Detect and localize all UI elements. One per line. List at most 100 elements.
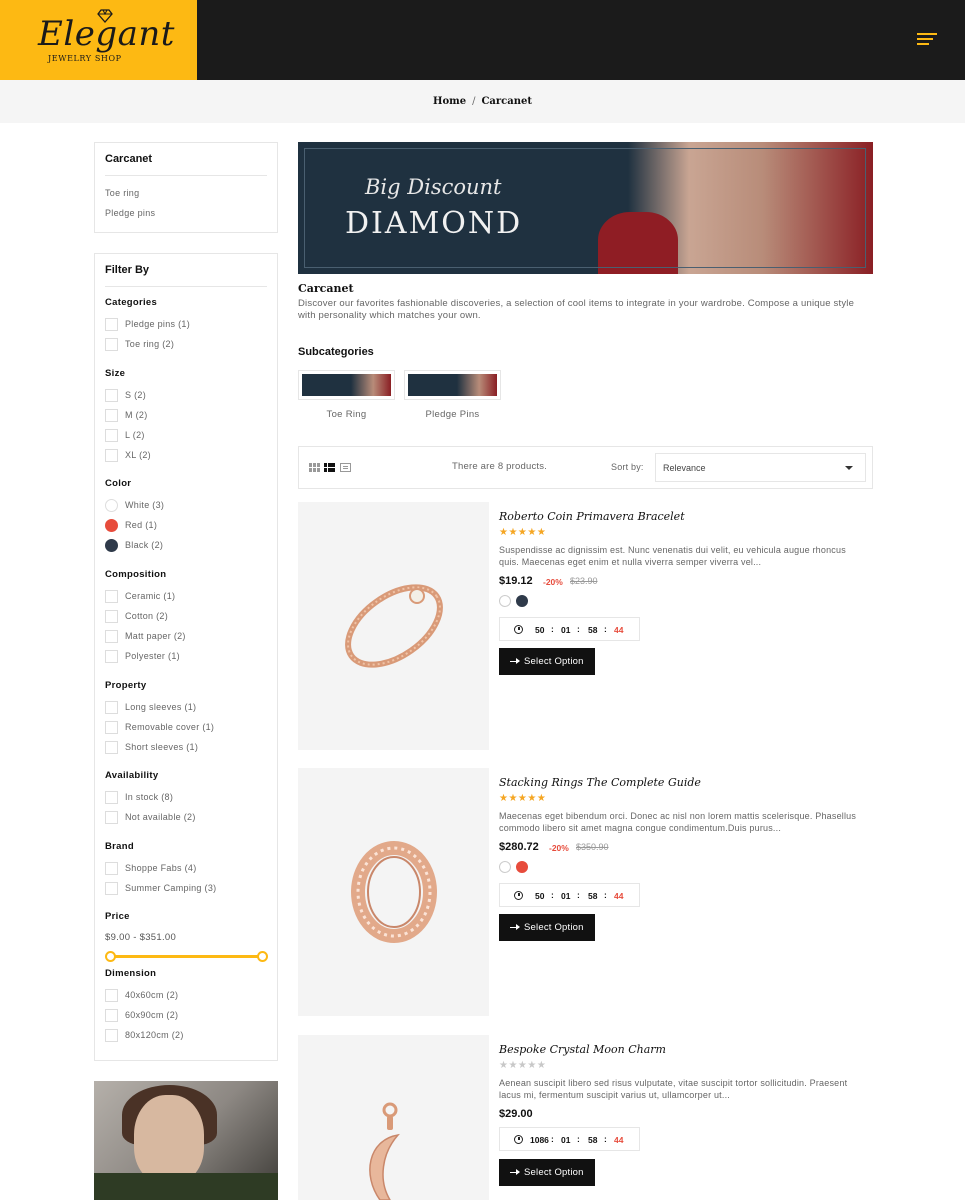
- filter-option-color-white[interactable]: White (3): [105, 498, 164, 512]
- checkbox[interactable]: [105, 1028, 118, 1042]
- select-option-button[interactable]: Select Option: [499, 914, 595, 941]
- checkbox[interactable]: [105, 790, 118, 804]
- filter-group-brand: Brand: [105, 841, 134, 852]
- product-name[interactable]: Roberto Coin Primavera Bracelet: [499, 510, 685, 523]
- filter-option-not-available[interactable]: Not available (2): [105, 810, 196, 824]
- star-rating: ★★★★★: [499, 793, 547, 804]
- filter-option-removable-cover[interactable]: Removable cover (1): [105, 720, 214, 734]
- star-rating: ★★★★★: [499, 1060, 547, 1071]
- filter-group-size: Size: [105, 368, 126, 379]
- filter-option-color-black[interactable]: Black (2): [105, 538, 163, 552]
- select-option-button[interactable]: Select Option: [499, 1159, 595, 1186]
- color-option-white[interactable]: [499, 861, 511, 873]
- checkbox[interactable]: [105, 629, 118, 643]
- filter-option-size-l[interactable]: L (2): [105, 428, 145, 442]
- checkbox[interactable]: [105, 428, 118, 442]
- product-list-toolbar: There are 8 products. Sort by: Relevance: [298, 446, 873, 489]
- list-view-icon[interactable]: [324, 463, 335, 472]
- checkbox[interactable]: [105, 720, 118, 734]
- checkbox[interactable]: [105, 649, 118, 663]
- breadcrumb-home[interactable]: Home: [433, 96, 466, 107]
- product-image[interactable]: [298, 1035, 489, 1200]
- select-option-button[interactable]: Select Option: [499, 648, 595, 675]
- filter-option-toe-ring[interactable]: Toe ring (2): [105, 337, 174, 351]
- product-card: Bespoke Crystal Moon Charm ★★★★★ Aenean …: [298, 1035, 873, 1200]
- checkbox[interactable]: [105, 740, 118, 754]
- checkbox[interactable]: [105, 609, 118, 623]
- color-option-red[interactable]: [516, 861, 528, 873]
- filter-option-shoppe-fabs[interactable]: Shoppe Fabs (4): [105, 861, 197, 875]
- filter-option-summer-camping[interactable]: Summer Camping (3): [105, 881, 216, 895]
- breadcrumb-current: Carcanet: [481, 96, 532, 107]
- checkbox[interactable]: [105, 881, 118, 895]
- category-banner[interactable]: Big Discount DIAMOND: [298, 142, 873, 274]
- countdown-timer: 1086 : 01 : 58 : 44: [499, 1127, 640, 1151]
- filter-option-80x120[interactable]: 80x120cm (2): [105, 1028, 184, 1042]
- product-image[interactable]: [298, 768, 489, 1016]
- filter-option-cotton[interactable]: Cotton (2): [105, 609, 168, 623]
- filter-option-ceramic[interactable]: Ceramic (1): [105, 589, 175, 603]
- product-price: $280.72: [499, 841, 539, 853]
- sidebar-promo-image[interactable]: [94, 1081, 278, 1200]
- checkbox[interactable]: [105, 1008, 118, 1022]
- checkbox[interactable]: [105, 810, 118, 824]
- filter-group-availability: Availability: [105, 770, 159, 781]
- filter-option-in-stock[interactable]: In stock (8): [105, 790, 173, 804]
- product-name[interactable]: Bespoke Crystal Moon Charm: [499, 1043, 666, 1056]
- sort-dropdown[interactable]: Relevance: [655, 453, 866, 482]
- price-slider-max-handle[interactable]: [257, 951, 268, 962]
- arrow-right-icon: [510, 924, 520, 930]
- checkbox[interactable]: [105, 408, 118, 422]
- filter-option-40x60[interactable]: 40x60cm (2): [105, 988, 178, 1002]
- table-view-icon[interactable]: [340, 463, 351, 472]
- grid-view-icon[interactable]: [309, 463, 320, 472]
- filter-option-size-m[interactable]: M (2): [105, 408, 148, 422]
- filter-group-composition: Composition: [105, 569, 167, 580]
- subcategory-toe-ring[interactable]: Toe Ring: [298, 370, 395, 420]
- category-link-pledge-pins[interactable]: Pledge pins: [105, 208, 155, 218]
- checkbox[interactable]: [105, 988, 118, 1002]
- checkbox[interactable]: [105, 388, 118, 402]
- price-slider-min-handle[interactable]: [105, 951, 116, 962]
- subcategory-thumbnail[interactable]: [298, 370, 395, 400]
- checkbox[interactable]: [105, 337, 118, 351]
- subcategory-pledge-pins[interactable]: Pledge Pins: [404, 370, 501, 420]
- countdown-timer: 50 : 01 : 58 : 44: [499, 883, 640, 907]
- divider: [105, 175, 267, 176]
- filter-option-polyester[interactable]: Polyester (1): [105, 649, 180, 663]
- product-count: There are 8 products.: [452, 461, 548, 472]
- product-price: $29.00: [499, 1108, 533, 1120]
- breadcrumb-bar: Home / Carcanet: [0, 80, 965, 123]
- color-swatch[interactable]: [105, 498, 118, 512]
- banner-headline: DIAMOND: [345, 206, 523, 241]
- category-link-toe-ring[interactable]: Toe ring: [105, 188, 139, 198]
- filter-option-long-sleeves[interactable]: Long sleeves (1): [105, 700, 196, 714]
- filter-option-pledge-pins[interactable]: Pledge pins (1): [105, 317, 190, 331]
- subcategory-label[interactable]: Toe Ring: [298, 409, 395, 420]
- hamburger-menu-icon[interactable]: [917, 33, 937, 47]
- filter-option-60x90[interactable]: 60x90cm (2): [105, 1008, 178, 1022]
- product-image[interactable]: [298, 502, 489, 750]
- checkbox[interactable]: [105, 589, 118, 603]
- checkbox[interactable]: [105, 317, 118, 331]
- color-option-black[interactable]: [516, 595, 528, 607]
- moon-charm-image: [369, 1102, 400, 1200]
- color-swatch[interactable]: [105, 518, 118, 532]
- filter-group-dimension: Dimension: [105, 968, 157, 979]
- filter-option-matt-paper[interactable]: Matt paper (2): [105, 629, 186, 643]
- filter-option-size-xl[interactable]: XL (2): [105, 448, 151, 462]
- subcategory-thumbnail[interactable]: [404, 370, 501, 400]
- checkbox[interactable]: [105, 448, 118, 462]
- filter-option-size-s[interactable]: S (2): [105, 388, 146, 402]
- checkbox[interactable]: [105, 861, 118, 875]
- banner-tagline: Big Discount: [365, 175, 502, 199]
- checkbox[interactable]: [105, 700, 118, 714]
- filter-option-short-sleeves[interactable]: Short sleeves (1): [105, 740, 198, 754]
- price-slider-track[interactable]: [110, 955, 263, 958]
- subcategory-label[interactable]: Pledge Pins: [404, 409, 501, 420]
- product-name[interactable]: Stacking Rings The Complete Guide: [499, 776, 701, 789]
- color-swatch[interactable]: [105, 538, 118, 552]
- logo[interactable]: Elegant JEWELRY SHOP: [0, 0, 197, 80]
- filter-option-color-red[interactable]: Red (1): [105, 518, 157, 532]
- color-option-white[interactable]: [499, 595, 511, 607]
